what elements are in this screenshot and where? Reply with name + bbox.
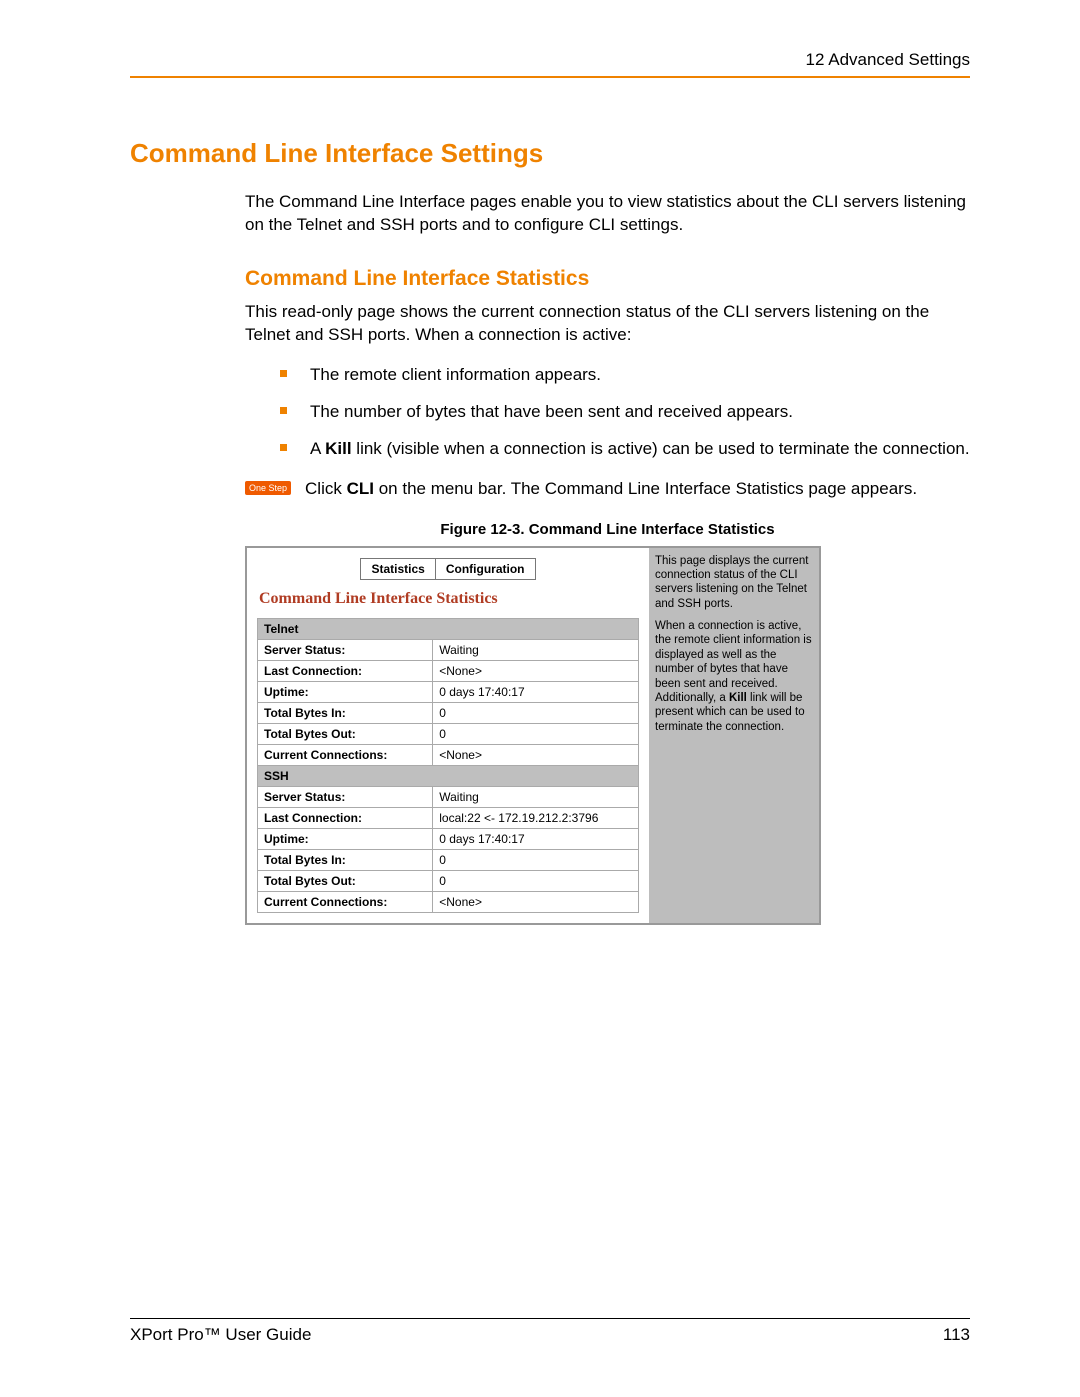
row-value: 0 days 17:40:17 [433, 828, 639, 849]
figure-box: StatisticsConfiguration Command Line Int… [245, 546, 821, 925]
chapter-label: 12 Advanced Settings [806, 50, 970, 70]
bullet-item: The number of bytes that have been sent … [280, 401, 970, 424]
row-value: 0 [433, 870, 639, 891]
row-label: Last Connection: [258, 660, 433, 681]
row-value: 0 [433, 723, 639, 744]
row-value: Waiting [433, 639, 639, 660]
row-label: Total Bytes Out: [258, 870, 433, 891]
table-row: Total Bytes In:0 [258, 702, 639, 723]
bullet-text: The number of bytes that have been sent … [310, 402, 793, 421]
bullet-item: The remote client information appears. [280, 364, 970, 387]
table-row: Server Status:Waiting [258, 639, 639, 660]
bullet-text: A [310, 439, 325, 458]
section-title: Command Line Interface Statistics [245, 267, 970, 291]
row-value: 0 [433, 702, 639, 723]
table-row: Uptime:0 days 17:40:17 [258, 681, 639, 702]
ssh-header-row: SSH [258, 765, 639, 786]
row-value: 0 days 17:40:17 [433, 681, 639, 702]
step-bold: CLI [347, 479, 374, 498]
section-paragraph: This read-only page shows the current co… [245, 301, 970, 347]
step-post: on the menu bar. The Command Line Interf… [374, 479, 917, 498]
row-label: Server Status: [258, 639, 433, 660]
table-row: Total Bytes Out:0 [258, 870, 639, 891]
side-paragraph: When a connection is active, the remote … [655, 619, 813, 734]
bullet-text: The remote client information appears. [310, 365, 601, 384]
table-row: Last Connection:<None> [258, 660, 639, 681]
row-label: Current Connections: [258, 891, 433, 912]
row-label: Server Status: [258, 786, 433, 807]
tab-row: StatisticsConfiguration [257, 558, 639, 580]
table-row: Total Bytes In:0 [258, 849, 639, 870]
footer-page-number: 113 [943, 1325, 970, 1345]
table-row: Server Status:Waiting [258, 786, 639, 807]
row-value: <None> [433, 891, 639, 912]
footer-left: XPort Pro™ User Guide [130, 1325, 311, 1345]
side-bold: Kill [729, 692, 747, 704]
step-pre: Click [305, 479, 347, 498]
figure-main: StatisticsConfiguration Command Line Int… [247, 548, 649, 923]
ssh-heading: SSH [258, 765, 639, 786]
footer: XPort Pro™ User Guide 113 [130, 1318, 970, 1345]
figure-side: This page displays the current connectio… [649, 548, 819, 923]
page-title: Command Line Interface Settings [130, 138, 970, 169]
step-row: One Step Click CLI on the menu bar. The … [245, 478, 970, 501]
row-value: <None> [433, 660, 639, 681]
row-label: Total Bytes Out: [258, 723, 433, 744]
table-row: Current Connections:<None> [258, 744, 639, 765]
table-row: Total Bytes Out:0 [258, 723, 639, 744]
bullet-text: link (visible when a connection is activ… [352, 439, 970, 458]
panel-title: Command Line Interface Statistics [259, 590, 639, 608]
tab-configuration[interactable]: Configuration [436, 558, 536, 580]
row-label: Last Connection: [258, 807, 433, 828]
row-label: Uptime: [258, 681, 433, 702]
intro-paragraph: The Command Line Interface pages enable … [245, 191, 970, 237]
tab-statistics[interactable]: Statistics [360, 558, 435, 580]
row-label: Total Bytes In: [258, 849, 433, 870]
one-step-badge: One Step [245, 481, 291, 495]
bullet-list: The remote client information appears. T… [280, 364, 970, 461]
step-text: Click CLI on the menu bar. The Command L… [305, 478, 917, 501]
bullet-item: A Kill link (visible when a connection i… [280, 438, 970, 461]
bullet-bold: Kill [325, 439, 351, 458]
row-label: Current Connections: [258, 744, 433, 765]
chapter-header: 12 Advanced Settings [130, 50, 970, 70]
top-rule [130, 76, 970, 78]
row-label: Uptime: [258, 828, 433, 849]
row-value: 0 [433, 849, 639, 870]
stats-table: Telnet Server Status:Waiting Last Connec… [257, 618, 639, 913]
table-row: Uptime:0 days 17:40:17 [258, 828, 639, 849]
telnet-heading: Telnet [258, 618, 639, 639]
row-value: local:22 <- 172.19.212.2:3796 [433, 807, 639, 828]
row-value: Waiting [433, 786, 639, 807]
figure-caption: Figure 12-3. Command Line Interface Stat… [245, 521, 970, 538]
table-row: Last Connection:local:22 <- 172.19.212.2… [258, 807, 639, 828]
footer-rule [130, 1318, 970, 1319]
telnet-header-row: Telnet [258, 618, 639, 639]
row-label: Total Bytes In: [258, 702, 433, 723]
row-value: <None> [433, 744, 639, 765]
table-row: Current Connections:<None> [258, 891, 639, 912]
side-paragraph: This page displays the current connectio… [655, 554, 813, 612]
